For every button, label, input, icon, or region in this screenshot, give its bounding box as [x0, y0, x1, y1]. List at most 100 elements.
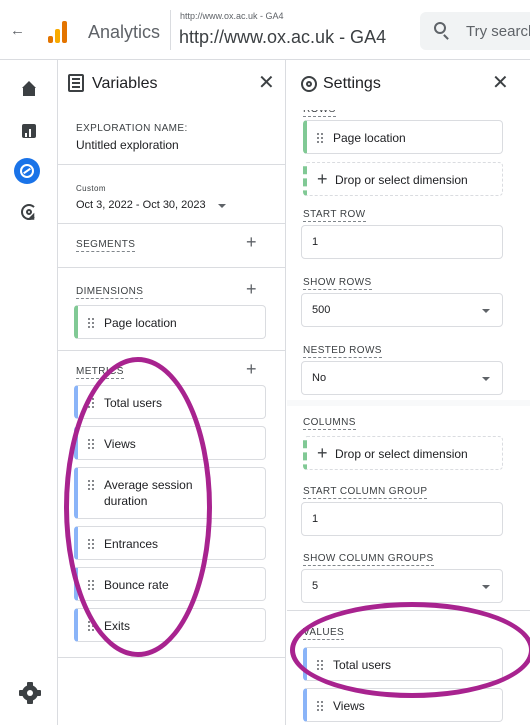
- explore-icon[interactable]: [14, 158, 40, 184]
- show-rows-label: SHOW ROWS: [303, 277, 372, 290]
- close-icon[interactable]: ✕: [492, 70, 509, 95]
- date-preset-label: Custom: [76, 184, 106, 193]
- property-selector[interactable]: http://www.ox.ac.uk - GA4: [179, 27, 386, 48]
- variables-panel: Variables ✕ EXPLORATION NAME: Untitled e…: [58, 60, 286, 725]
- nested-rows-value: No: [312, 372, 327, 384]
- search-placeholder: Try search: [466, 23, 530, 40]
- nested-rows-select[interactable]: No: [301, 361, 503, 395]
- show-rows-value: 500: [312, 304, 331, 316]
- add-metric-icon[interactable]: +: [246, 359, 257, 380]
- add-dimension-icon[interactable]: +: [246, 279, 257, 300]
- values-metric-chip[interactable]: Views: [303, 688, 503, 722]
- dimension-chip-label: Page location: [104, 316, 177, 330]
- analytics-logo[interactable]: [48, 19, 70, 43]
- drag-handle-icon[interactable]: [88, 398, 94, 408]
- exploration-name-label: EXPLORATION NAME:: [76, 123, 188, 134]
- left-nav-rail: [0, 60, 58, 725]
- add-icon: +: [317, 443, 328, 463]
- add-icon: +: [317, 169, 328, 189]
- drag-handle-icon[interactable]: [88, 318, 94, 328]
- columns-drop-label: Drop or select dimension: [335, 447, 468, 461]
- drag-handle-icon[interactable]: [88, 580, 94, 590]
- settings-icon: [301, 76, 317, 92]
- dimension-chip[interactable]: Page location: [74, 305, 266, 339]
- dropdown-caret-icon: [482, 309, 490, 313]
- show-column-groups-select[interactable]: 5: [301, 569, 503, 603]
- start-column-group-label: START COLUMN GROUP: [303, 486, 428, 499]
- advertising-icon[interactable]: [20, 203, 40, 224]
- settings-title: Settings: [323, 75, 381, 92]
- divider: [58, 657, 285, 658]
- account-breadcrumb[interactable]: http://www.ox.ac.uk - GA4: [180, 11, 284, 21]
- columns-drop-zone[interactable]: + Drop or select dimension: [303, 436, 503, 470]
- metric-chip-label: Total users: [104, 396, 163, 410]
- search-input[interactable]: Try search: [420, 12, 530, 50]
- divider: [58, 164, 285, 165]
- back-arrow-icon[interactable]: ←: [10, 22, 25, 39]
- dropdown-caret-icon[interactable]: [218, 204, 226, 208]
- metric-chip[interactable]: Exits: [74, 608, 266, 642]
- settings-panel: Settings ✕ ROWS Page location + Drop or …: [287, 60, 530, 725]
- values-label: VALUES: [303, 627, 345, 640]
- variables-icon: [68, 74, 84, 92]
- settings-header: Settings ✕: [287, 60, 530, 108]
- reports-icon[interactable]: [20, 122, 40, 142]
- metric-chip[interactable]: Total users: [74, 385, 266, 419]
- metric-chip[interactable]: Average session duration: [74, 467, 266, 519]
- dropdown-caret-icon: [482, 585, 490, 589]
- drag-handle-icon[interactable]: [88, 621, 94, 631]
- show-rows-select[interactable]: 500: [301, 293, 503, 327]
- rows-chip-label: Page location: [333, 131, 406, 145]
- rows-drop-zone[interactable]: + Drop or select dimension: [303, 162, 503, 196]
- drag-handle-icon[interactable]: [88, 439, 94, 449]
- drag-handle-icon[interactable]: [88, 539, 94, 549]
- show-column-groups-label: SHOW COLUMN GROUPS: [303, 553, 434, 566]
- exploration-name-input[interactable]: Untitled exploration: [76, 138, 179, 152]
- close-icon[interactable]: ✕: [258, 70, 275, 95]
- start-row-label: START ROW: [303, 209, 366, 222]
- start-row-input[interactable]: 1: [301, 225, 503, 259]
- dimensions-label: DIMENSIONS: [76, 286, 144, 299]
- rows-drop-label: Drop or select dimension: [335, 173, 468, 187]
- drag-handle-icon[interactable]: [317, 660, 323, 670]
- metric-chip[interactable]: Entrances: [74, 526, 266, 560]
- divider: [58, 267, 285, 268]
- metric-chip-label: Bounce rate: [104, 578, 169, 592]
- admin-gear-icon[interactable]: [19, 682, 41, 704]
- add-segment-icon[interactable]: +: [246, 232, 257, 253]
- home-icon[interactable]: [20, 80, 40, 100]
- start-column-group-input[interactable]: 1: [301, 502, 503, 536]
- rows-dimension-chip[interactable]: Page location: [303, 120, 503, 154]
- app-title: Analytics: [88, 22, 161, 42]
- divider: [58, 223, 285, 224]
- columns-label: COLUMNS: [303, 417, 356, 430]
- top-app-bar: ← Analytics http://www.ox.ac.uk - GA4 ht…: [0, 0, 530, 60]
- metric-chip-label: Views: [104, 437, 136, 451]
- header-divider: [170, 10, 171, 50]
- dropdown-caret-icon: [482, 377, 490, 381]
- metric-chip[interactable]: Views: [74, 426, 266, 460]
- start-row-value: 1: [312, 236, 319, 248]
- segments-label: SEGMENTS: [76, 239, 136, 252]
- metrics-label: METRICS: [76, 366, 124, 379]
- rows-section: ROWS Page location + Drop or select dime…: [287, 108, 530, 400]
- metric-chip-label: Entrances: [104, 537, 159, 551]
- show-column-groups-value: 5: [312, 580, 319, 592]
- date-range-selector[interactable]: Oct 3, 2022 - Oct 30, 2023: [76, 199, 206, 211]
- values-metric-chip[interactable]: Total users: [303, 647, 503, 681]
- drag-handle-icon[interactable]: [317, 133, 323, 143]
- values-chip-label: Total users: [333, 658, 392, 672]
- variables-header: Variables ✕: [58, 60, 285, 108]
- divider: [58, 350, 285, 351]
- metric-chip-label: Average session duration: [104, 478, 193, 508]
- drag-handle-icon[interactable]: [317, 701, 323, 711]
- drag-handle-icon[interactable]: [88, 480, 94, 490]
- variables-title: Variables: [92, 75, 158, 92]
- metric-chip[interactable]: Bounce rate: [74, 567, 266, 601]
- nested-rows-label: NESTED ROWS: [303, 345, 382, 358]
- start-column-group-value: 1: [312, 513, 319, 525]
- metric-chip-label: Exits: [104, 619, 131, 633]
- search-icon: [434, 22, 446, 34]
- values-section: VALUES Total users Views: [287, 610, 530, 725]
- values-chip-label: Views: [333, 699, 365, 713]
